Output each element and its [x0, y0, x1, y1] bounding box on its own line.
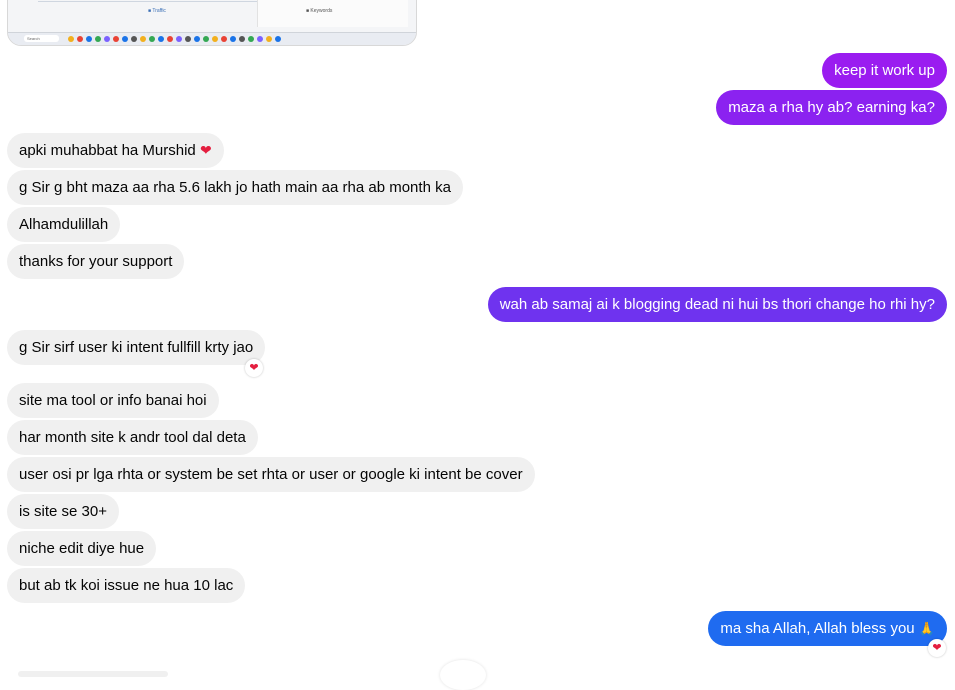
message-bubble-incoming[interactable]: is site se 30+	[7, 494, 119, 529]
message-text: but ab tk koi issue ne hua 10 lac	[19, 577, 234, 594]
scroll-to-bottom-button[interactable]	[440, 660, 486, 690]
message-bubble-incoming[interactable]: g Sir sirf user ki intent fullfill krty …	[7, 330, 266, 365]
message-bubble-incoming[interactable]: but ab tk koi issue ne hua 10 lac	[7, 568, 246, 603]
message-bubble-incoming[interactable]: Alhamdulillah	[7, 207, 121, 242]
message-text: site ma tool or info banai hoi	[19, 392, 207, 409]
chart-legend: ■ Traffic	[148, 8, 166, 14]
message-text: har month site k andr tool dal deta	[19, 429, 246, 446]
message-text: thanks for your support	[19, 253, 173, 270]
message-bubble-incoming[interactable]: g Sir g bht maza aa rha 5.6 lakh jo hath…	[7, 170, 463, 205]
message-bubble-incoming[interactable]: thanks for your support	[7, 244, 185, 279]
message-bubble-outgoing[interactable]: maza a rha hy ab? earning ka?	[716, 90, 947, 125]
message-bubble-outgoing[interactable]: ma sha Allah, Allah bless you 🙏	[708, 611, 947, 646]
message-bubble-outgoing[interactable]: keep it work up	[822, 53, 947, 88]
message-text: keep it work up	[834, 62, 935, 79]
praying-hands-emoji-icon: 🙏	[918, 621, 935, 636]
thumbnail-side-panel: ■ Keywords	[257, 0, 408, 27]
heart-emoji-icon: ❤	[199, 142, 212, 158]
chart-gridline	[38, 1, 266, 2]
message-text: ma sha Allah, Allah bless you	[720, 620, 915, 637]
message-text: Alhamdulillah	[19, 216, 109, 233]
message-text: apki muhabbat ha Murshid	[19, 142, 196, 159]
message-text: niche edit diye hue	[19, 540, 145, 557]
shared-screenshot-thumbnail[interactable]: ■ Traffic ■ Keywords Search	[7, 0, 417, 46]
message-bubble-incoming[interactable]: niche edit diye hue	[7, 531, 157, 566]
heart-reaction-icon[interactable]: ❤	[928, 639, 946, 657]
message-bubble-incoming[interactable]: site ma tool or info banai hoi	[7, 383, 219, 418]
panel-label: ■ Keywords	[306, 8, 333, 14]
message-text: g Sir g bht maza aa rha 5.6 lakh jo hath…	[19, 179, 451, 196]
partial-message-bubble	[18, 671, 168, 677]
message-bubble-incoming[interactable]: har month site k andr tool dal deta	[7, 420, 258, 455]
message-text: user osi pr lga rhta or system be set rh…	[19, 466, 523, 483]
heart-reaction-icon[interactable]: ❤	[245, 359, 263, 377]
taskbar-app-icons	[68, 36, 281, 42]
message-text: is site se 30+	[19, 503, 107, 520]
message-bubble-incoming[interactable]: apki muhabbat ha Murshid ❤	[7, 133, 224, 168]
thumbnail-taskbar: Search	[8, 32, 416, 45]
message-text: wah ab samaj ai k blogging dead ni hui b…	[499, 296, 935, 313]
message-bubble-incoming[interactable]: user osi pr lga rhta or system be set rh…	[7, 457, 535, 492]
taskbar-search: Search	[24, 35, 59, 42]
message-bubble-outgoing[interactable]: wah ab samaj ai k blogging dead ni hui b…	[487, 287, 947, 322]
message-text: maza a rha hy ab? earning ka?	[728, 99, 935, 116]
message-text: g Sir sirf user ki intent fullfill krty …	[19, 339, 254, 356]
